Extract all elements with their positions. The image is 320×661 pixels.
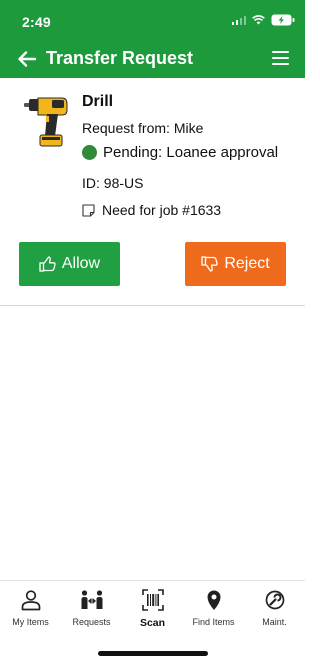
bottom-tab-bar: My Items Requests Scan Find Items Maint. — [0, 580, 305, 661]
tab-label: My Items — [12, 617, 49, 627]
status-dot-icon — [82, 145, 97, 160]
status-text: Pending: Loanee approval — [103, 144, 279, 161]
tab-requests[interactable]: Requests — [61, 589, 122, 627]
tab-label: Requests — [72, 617, 111, 627]
reject-label: Reject — [224, 255, 270, 272]
reject-button[interactable]: Reject — [185, 242, 286, 286]
cellular-signal-icon — [231, 15, 246, 25]
request-status: Pending: Loanee approval — [82, 144, 278, 161]
transfer-people-icon — [81, 590, 102, 609]
status-bar: 2:49 — [0, 0, 305, 40]
maintenance-icon — [265, 590, 284, 610]
drill-image — [24, 97, 68, 147]
tab-scan[interactable]: Scan — [122, 589, 183, 629]
barcode-scan-icon — [141, 589, 164, 611]
transfer-request-card: Drill Request from: Mike Pending: Loanee… — [0, 78, 305, 306]
allow-label: Allow — [61, 255, 101, 272]
request-note: Need for job #1633 — [82, 202, 221, 218]
app-header: 2:49 Transfer Request — [0, 0, 305, 78]
tab-label: Scan — [139, 617, 166, 629]
home-indicator — [98, 651, 208, 656]
item-id: ID: 98-US — [82, 175, 144, 191]
tab-label: Find Items — [192, 617, 235, 627]
back-arrow-icon[interactable] — [16, 48, 38, 70]
page-title: Transfer Request — [46, 48, 194, 68]
note-text: Need for job #1633 — [102, 202, 222, 218]
status-time: 2:49 — [22, 14, 51, 30]
item-name: Drill — [82, 93, 114, 110]
battery-charging-icon — [271, 14, 295, 26]
map-pin-icon — [207, 590, 220, 610]
wifi-icon — [252, 15, 265, 25]
note-icon — [82, 203, 95, 217]
tab-find-items[interactable]: Find Items — [183, 589, 244, 627]
tab-maintenance[interactable]: Maint. — [244, 589, 305, 627]
app-bar: Transfer Request — [0, 40, 305, 78]
thumbs-up-icon — [39, 256, 56, 272]
tab-label: Maint. — [262, 617, 287, 627]
allow-button[interactable]: Allow — [19, 242, 120, 286]
request-from: Request from: Mike — [82, 120, 204, 136]
tab-my-items[interactable]: My Items — [0, 589, 61, 627]
status-icons — [231, 14, 296, 26]
hamburger-menu-icon[interactable] — [272, 51, 289, 65]
person-icon — [21, 590, 40, 611]
thumbs-down-icon — [201, 256, 219, 272]
